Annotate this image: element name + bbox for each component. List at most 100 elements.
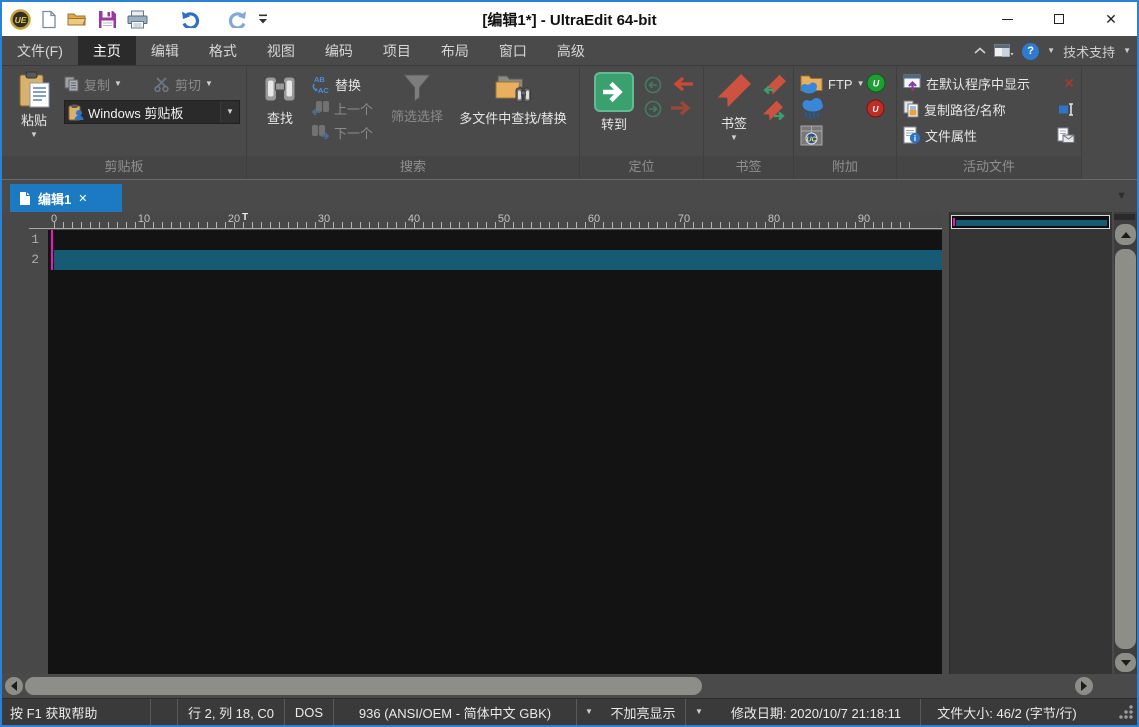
menu-format[interactable]: 格式 [194,36,252,65]
ftp-button[interactable]: FTP ▼ [800,72,864,96]
document-map-viewport[interactable] [951,215,1110,229]
copy-button[interactable]: 复制 ▼ [64,72,122,96]
filter-select-button[interactable]: 筛选选择 [385,72,449,125]
vertical-scroll-thumb[interactable] [1115,249,1136,649]
ftp-folder-icon [800,74,824,95]
ultraftp-icon[interactable]: U [866,99,885,118]
open-folder-icon[interactable] [67,11,88,28]
clipboard-selector-value: Windows 剪贴板 [84,103,220,122]
tab-close-icon[interactable]: ✕ [78,192,87,205]
file-properties-icon: i [903,126,921,144]
menu-file[interactable]: 文件(F) [2,36,78,65]
ribbon-group-clipboard: 粘贴 ▼ 复制 ▼ 剪切 ▼ Windows [2,67,247,179]
undo-icon[interactable] [180,10,202,28]
status-empty-segment [151,699,177,725]
tab-label: 编辑1 [38,189,71,208]
show-in-default-app-button[interactable]: 在默认程序中显示 ✕ [903,71,1075,95]
filter-funnel-icon [401,72,433,104]
bookmark-dropdown-caret-icon[interactable]: ▼ [730,134,738,142]
copy-dropdown-caret-icon: ▼ [114,80,122,88]
forward-position-icon[interactable] [644,100,662,118]
menu-advanced[interactable]: 高级 [542,36,600,65]
horizontal-scrollbar[interactable] [2,674,1112,698]
find-next-button[interactable]: 下一个 [311,120,373,144]
status-highlight-dropdown[interactable]: ▼ [686,699,712,725]
paste-dropdown-caret-icon[interactable]: ▼ [30,131,38,139]
find-previous-button[interactable]: 上一个 [311,96,373,120]
find-button[interactable]: 查找 [255,72,305,127]
menu-project[interactable]: 项目 [368,36,426,65]
ribbon-group-extras: FTP ▼ U U UC 附加 [794,67,897,179]
menu-layout[interactable]: 布局 [426,36,484,65]
previous-change-icon[interactable] [670,75,694,93]
support-link[interactable]: 技术支持 [1063,42,1115,61]
file-properties-button[interactable]: i 文件属性 [903,123,1075,147]
scroll-left-button[interactable] [5,677,23,695]
tab-list-dropdown-icon[interactable]: ▼ [1116,191,1127,202]
scroll-right-button[interactable] [1075,677,1093,695]
next-change-icon[interactable] [670,99,694,117]
status-caret-position[interactable]: 行 2, 列 18, C0 [178,699,284,725]
help-icon[interactable]: ? [1022,43,1039,60]
cloud-sync-icon[interactable] [800,96,826,122]
new-file-icon[interactable] [41,10,57,29]
ruler-mark: 30 [318,213,330,225]
replace-button[interactable]: ABAC 替换 [311,72,361,96]
cut-button[interactable]: 剪切 ▼ [154,72,213,96]
help-dropdown-caret-icon[interactable]: ▼ [1047,47,1055,55]
customize-toolbar-icon[interactable] [258,13,268,25]
scroll-down-button[interactable] [1115,653,1136,672]
resize-grip[interactable] [1119,705,1133,719]
status-encoding[interactable]: 936 (ANSI/OEM - 简体中文 GBK) [334,699,576,725]
group-label-active-file: 活动文件 [897,156,1081,179]
maximize-button[interactable] [1033,2,1085,36]
goto-button[interactable]: 转到 [588,72,640,133]
ultrafinder-icon[interactable]: U [866,73,886,93]
next-bookmark-icon[interactable] [762,100,786,122]
tab-edit1[interactable]: 编辑1 ✕ [10,184,122,212]
ruler-mark: 90 [858,213,870,225]
bookmark-button[interactable]: 书签 ▼ [710,71,758,142]
back-position-icon[interactable] [644,76,662,94]
menu-edit[interactable]: 编辑 [136,36,194,65]
close-button[interactable]: ✕ [1085,2,1137,36]
menu-home[interactable]: 主页 [78,36,136,65]
status-highlight-mode[interactable]: 不加亮显示 [601,699,685,725]
rename-file-icon[interactable] [1058,103,1075,116]
find-in-files-button[interactable]: 多文件中查找/替换 [449,72,577,127]
redo-icon[interactable] [226,10,248,28]
current-line-highlight [54,250,942,270]
show-in-default-app-icon [903,74,922,92]
copy-path-name-button[interactable]: 复制路径/名称 [903,97,1075,121]
group-label-locate: 定位 [580,156,703,179]
horizontal-scroll-thumb[interactable] [25,677,702,695]
email-file-icon[interactable] [1057,127,1075,143]
menu-view[interactable]: 视图 [252,36,310,65]
clipboard-selector[interactable]: Windows 剪贴板 ▼ [64,100,240,124]
document-map[interactable] [949,212,1112,674]
status-line-ending[interactable]: DOS [285,699,333,725]
paste-button[interactable]: 粘贴 ▼ [10,71,58,139]
text-edit-surface[interactable] [48,230,942,674]
clipboard-selector-dropdown[interactable]: ▼ [220,101,239,123]
support-dropdown-caret-icon[interactable]: ▼ [1123,47,1131,55]
scroll-up-button[interactable] [1115,224,1136,245]
replace-icon: ABAC [311,74,331,94]
collapse-ribbon-icon[interactable] [974,47,986,55]
previous-bookmark-icon[interactable] [762,74,786,96]
status-encoding-dropdown[interactable]: ▼ [577,699,601,725]
close-file-icon[interactable]: ✕ [1063,76,1075,90]
line-number-gutter: 1 2 [2,230,48,674]
print-icon[interactable] [127,10,148,29]
svg-text:AC: AC [318,86,329,94]
minimize-button[interactable] [981,2,1033,36]
vertical-scrollbar[interactable] [1114,212,1139,674]
menu-window[interactable]: 窗口 [484,36,542,65]
ultracompare-icon[interactable]: UC [800,125,823,146]
ribbon-mode-icon[interactable] [994,44,1014,58]
ribbon-group-active-file: 在默认程序中显示 ✕ 复制路径/名称 i 文件属性 [897,67,1082,179]
ruler-mark: 70 [678,213,690,225]
menu-coding[interactable]: 编码 [310,36,368,65]
save-icon[interactable] [98,10,117,29]
ftp-dropdown-caret-icon[interactable]: ▼ [857,80,865,88]
